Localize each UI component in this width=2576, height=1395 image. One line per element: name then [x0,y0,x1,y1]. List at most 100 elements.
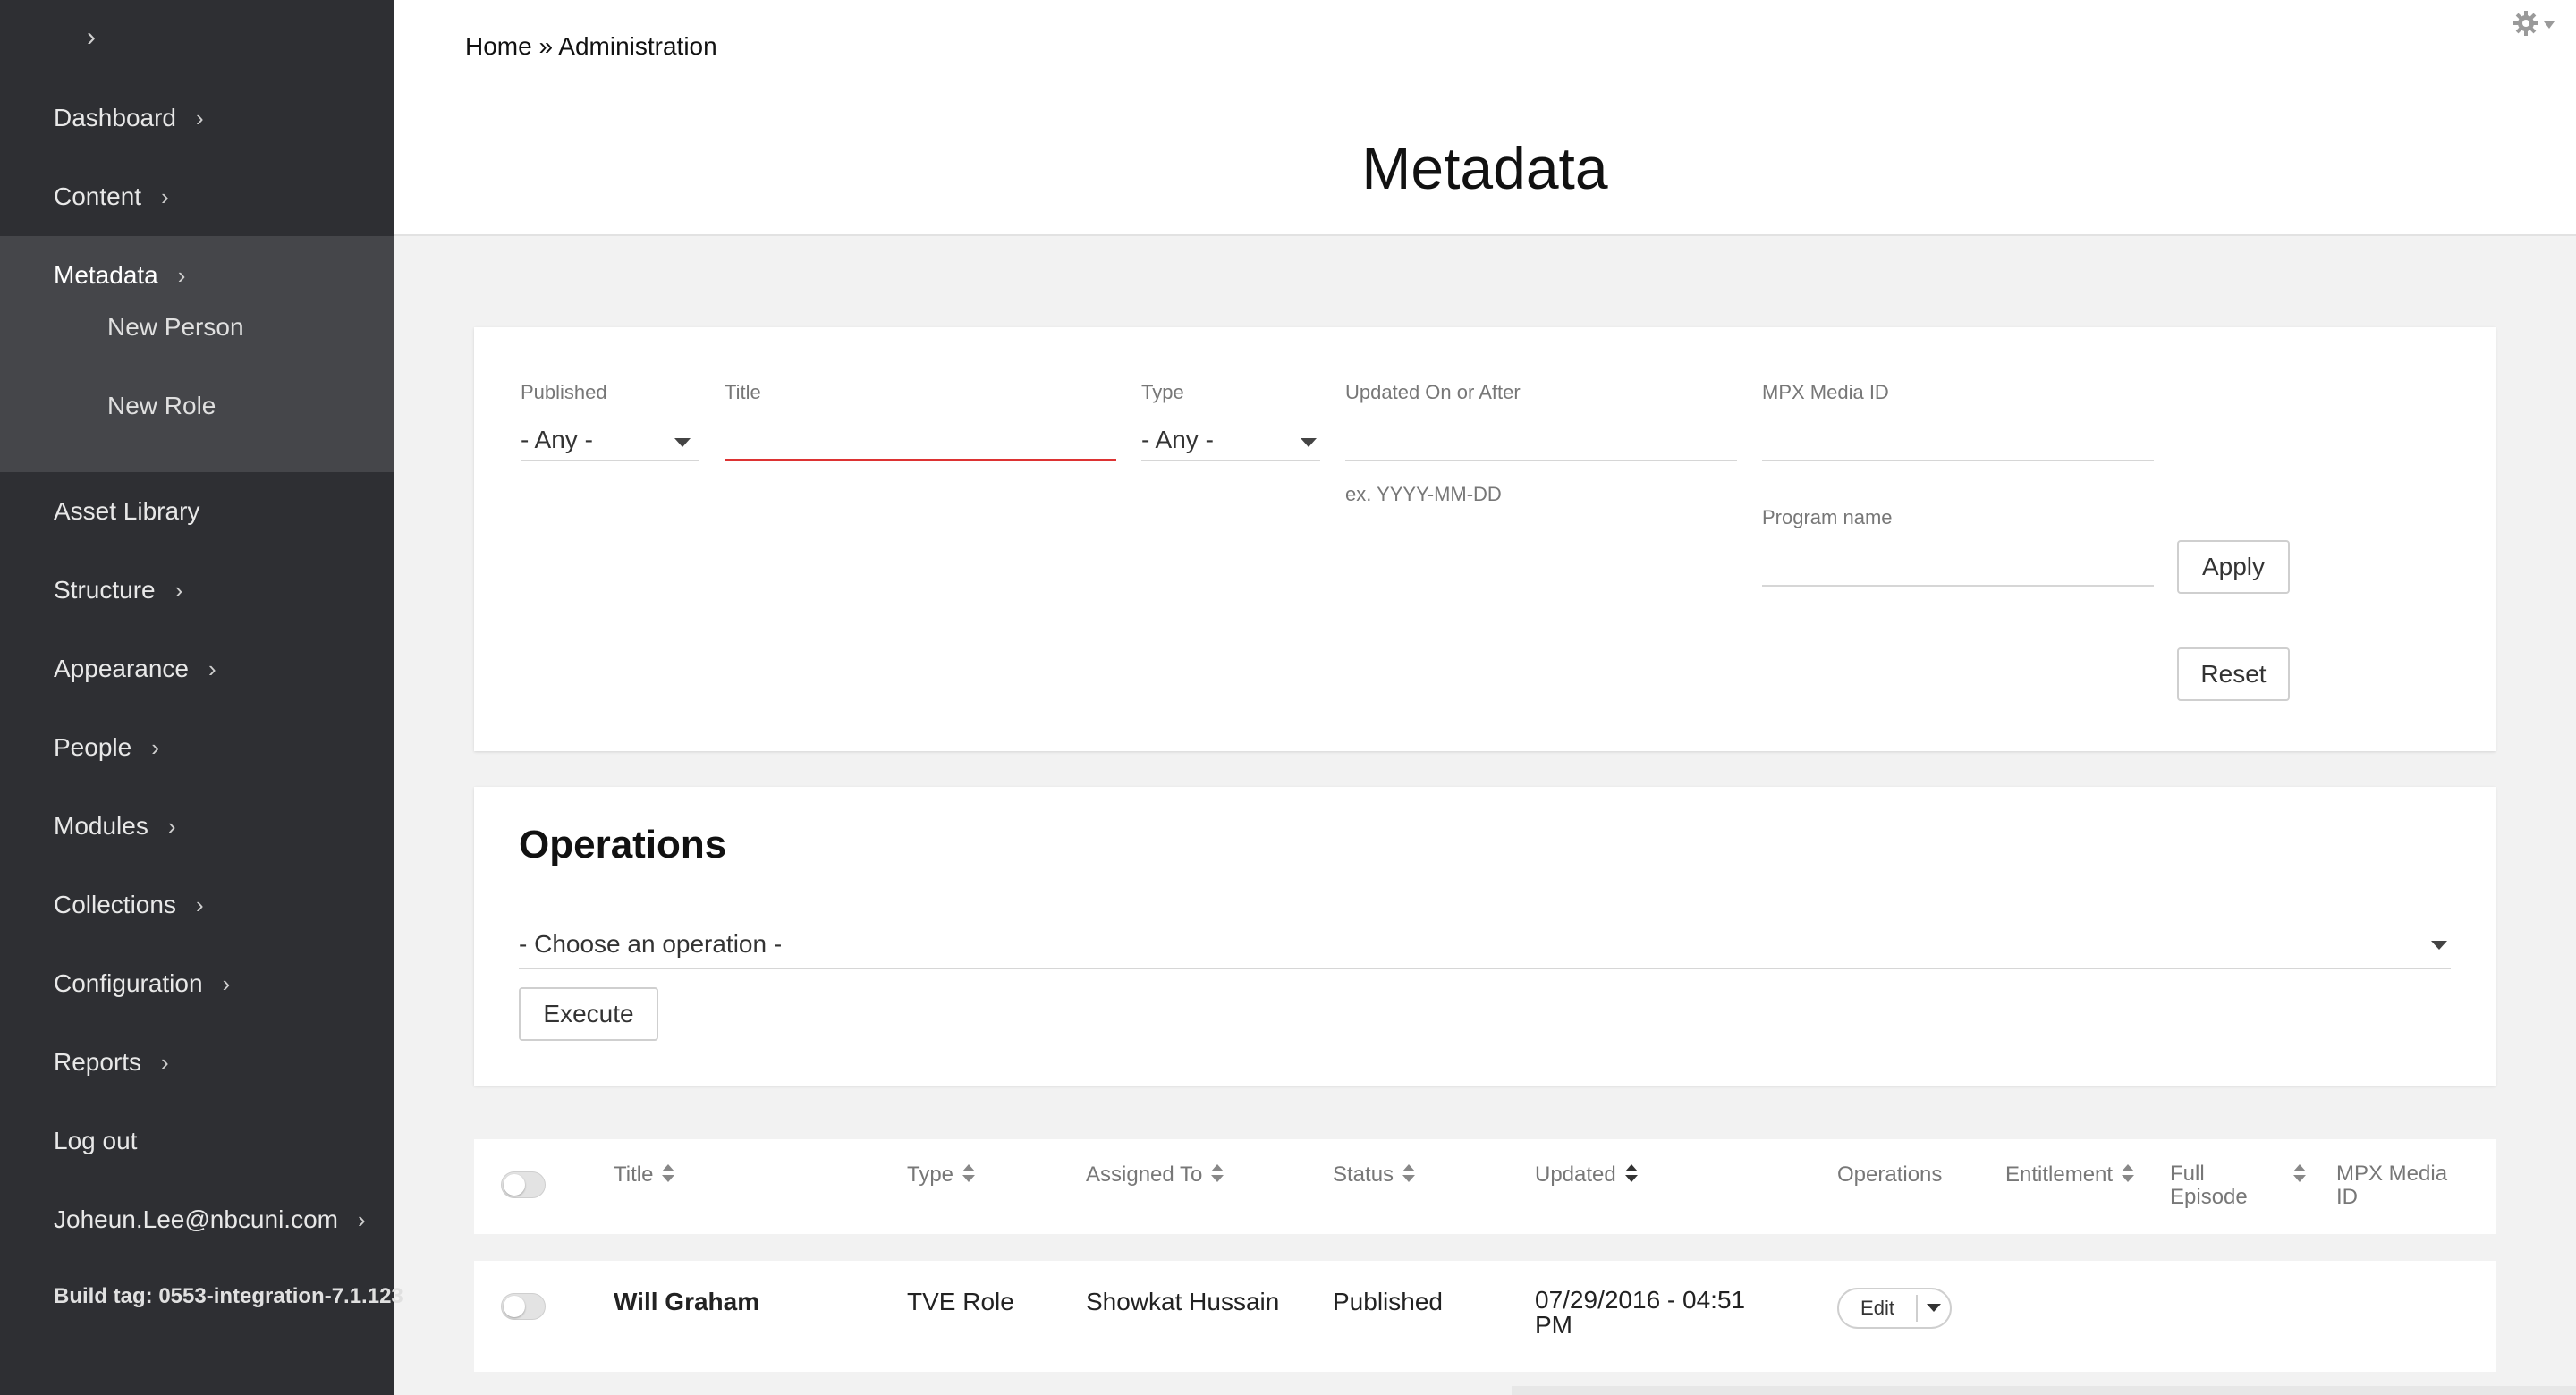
updated-underline [1345,460,1737,461]
chevron-right-icon: › [357,1206,366,1233]
sidebar-item-dashboard[interactable]: Dashboard › [54,91,212,145]
title-filter-underline [724,459,1116,461]
sidebar-item-log-out[interactable]: Log out [54,1114,137,1168]
sidebar-item-label: People [54,733,132,761]
edit-button[interactable]: Edit [1839,1295,1918,1322]
column-header-updated[interactable]: Updated [1535,1162,1638,1188]
sidebar-item-appearance[interactable]: Appearance › [54,642,225,696]
column-header-entitlement[interactable]: Entitlement [2005,1162,2135,1188]
admin-sidebar: › Dashboard › Content › Metadata › New P… [0,0,403,1395]
column-header-operations: Operations [1837,1162,1942,1188]
column-header-label: Status [1333,1162,1394,1187]
column-header-label: Entitlement [2005,1162,2114,1187]
row-type: TVE Role [907,1288,1014,1315]
column-header-assigned-to[interactable]: Assigned To [1086,1162,1224,1188]
execute-button[interactable]: Execute [519,987,658,1041]
sidebar-item-label: Collections [54,891,176,918]
sidebar-item-label: Dashboard [54,104,176,131]
updated-input[interactable] [1345,417,1737,456]
updated-on-or-after-field[interactable]: Updated On or After ex. YYYY-MM-DD [1345,381,1737,515]
sidebar-item-reports[interactable]: Reports › [54,1036,177,1089]
sidebar-item-structure[interactable]: Structure › [54,563,191,617]
title-filter-field[interactable]: Title [724,381,1116,461]
row-title[interactable]: Will Graham [614,1288,759,1316]
column-header-label: Assigned To [1086,1162,1203,1187]
program-name-input[interactable] [1762,542,2154,581]
operations-card: Operations - Choose an operation - Execu… [474,787,2496,1086]
chevron-right-icon: › [174,577,183,604]
chevron-right-icon: › [161,183,169,210]
row-assigned-to: Showkat Hussain [1086,1288,1280,1315]
column-header-type[interactable]: Type [907,1162,976,1188]
sidebar-item-collections[interactable]: Collections › [54,878,212,932]
caret-down-icon [1927,1304,1941,1312]
mpx-media-id-input[interactable] [1762,417,2154,456]
program-name-field[interactable]: Program name [1762,506,2154,587]
sort-icon [2293,1162,2306,1186]
operations-title: Operations [519,823,727,867]
table-header-row: Title Type Assigned To Status Updated Op… [474,1139,2496,1234]
sidebar-subitem-new-role[interactable]: New Role [107,381,216,431]
caret-down-icon [2431,941,2447,950]
row-operations-split-button[interactable]: Edit [1837,1288,1952,1329]
page-title: Metadata [1361,135,1608,201]
breadcrumb[interactable]: Home » Administration [465,32,717,61]
sidebar-item-modules[interactable]: Modules › [54,799,184,853]
chevron-right-icon: › [195,105,204,131]
table-row: Will Graham TVE Role Showkat Hussain Pub… [474,1261,2496,1372]
filter-form-card: Published - Any - Title Type - Any - Upd… [474,327,2496,751]
sidebar-item-content[interactable]: Content › [54,170,177,224]
sidebar-item-metadata[interactable]: Metadata › [54,249,194,302]
published-value: - Any - [521,426,593,453]
sort-icon [962,1162,976,1186]
column-header-label: MPX Media ID [2336,1162,2448,1209]
sidebar-item-label: Joheun.Lee@nbcuni.com [54,1205,338,1233]
type-value: - Any - [1141,426,1214,453]
type-label: Type [1141,381,1184,403]
published-select[interactable]: Published - Any - [521,381,699,461]
column-header-status[interactable]: Status [1333,1162,1416,1188]
column-header-label: Title [614,1162,654,1187]
column-header-mpx-media-id: MPX Media ID [2336,1162,2470,1209]
column-header-label: Type [907,1162,954,1187]
caret-down-icon [674,438,691,447]
sidebar-toggle-chevron-icon[interactable]: › [79,20,104,55]
sidebar-item-user-account[interactable]: Joheun.Lee@nbcuni.com › [54,1193,374,1247]
sidebar-item-label: Reports [54,1048,142,1076]
mpx-media-id-underline [1762,460,2154,461]
title-filter-input[interactable] [724,417,1116,456]
operations-dropdown-toggle[interactable] [1918,1289,1950,1327]
chevron-right-icon: › [222,970,231,997]
sidebar-item-label: Metadata [54,261,158,289]
published-underline [521,460,699,461]
sidebar-item-label: Appearance [54,655,190,682]
operation-select-value: - Choose an operation - [519,930,783,958]
column-header-full-episode-sort[interactable] [2284,1162,2306,1186]
updated-hint: ex. YYYY-MM-DD [1345,483,1502,505]
select-all-toggle[interactable] [501,1171,546,1198]
apply-button[interactable]: Apply [2177,540,2290,594]
sidebar-item-configuration[interactable]: Configuration › [54,957,239,1010]
mpx-media-id-label: MPX Media ID [1762,381,1889,403]
sidebar-item-label: Structure [54,576,156,604]
chevron-right-icon: › [167,813,176,840]
type-underline [1141,460,1320,461]
chevron-right-icon: › [195,892,204,918]
column-header-label: Full Episode [2170,1162,2248,1209]
sidebar-item-label: Modules [54,812,148,840]
sidebar-item-people[interactable]: People › [54,721,167,774]
gear-icon[interactable] [2512,9,2560,41]
program-name-underline [1762,585,2154,587]
chevron-right-icon: › [208,655,216,682]
sidebar-subitem-new-person[interactable]: New Person [107,302,244,352]
page-header: Home » Administration Metadata [394,0,2576,236]
type-select[interactable]: Type - Any - [1141,381,1320,461]
sidebar-item-asset-library[interactable]: Asset Library [54,485,199,538]
mpx-media-id-field[interactable]: MPX Media ID [1762,381,2154,461]
operation-select[interactable]: - Choose an operation - [519,919,2451,969]
column-header-full-episode[interactable]: Full Episode [2170,1162,2248,1209]
row-select-toggle[interactable] [501,1293,546,1320]
column-header-label: Operations [1837,1162,1943,1187]
column-header-title[interactable]: Title [614,1162,675,1188]
reset-button[interactable]: Reset [2177,647,2290,701]
